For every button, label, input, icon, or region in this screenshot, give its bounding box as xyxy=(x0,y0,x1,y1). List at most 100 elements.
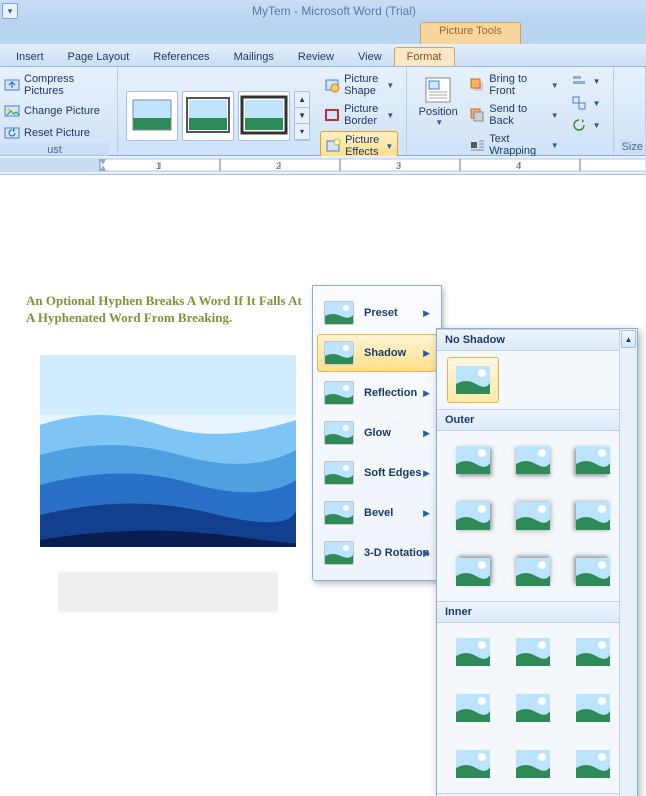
group-size: Size xyxy=(614,67,646,155)
position-icon xyxy=(422,74,454,106)
effects-3-d-rotation[interactable]: 3-D Rotation▶ xyxy=(317,534,437,572)
shadow-thumb[interactable] xyxy=(447,629,499,675)
rotate-button[interactable]: ▼ xyxy=(567,115,605,135)
text-wrapping-button[interactable]: Text Wrapping▼ xyxy=(465,131,562,159)
picture-effects-menu: Preset▶Shadow▶Reflection▶Glow▶Soft Edges… xyxy=(312,285,442,581)
gallery-down-icon[interactable]: ▼ xyxy=(295,108,309,124)
style-thumb-2[interactable] xyxy=(182,91,234,141)
effect-label: Preset xyxy=(364,307,398,319)
shadow-thumb[interactable] xyxy=(567,549,619,595)
shadow-thumb[interactable] xyxy=(447,549,499,595)
picture-tools-label: Picture Tools xyxy=(420,22,521,44)
ribbon: Compress Pictures Change Picture Reset P… xyxy=(0,67,646,156)
submenu-arrow-icon: ▶ xyxy=(423,508,430,519)
picture-shape-label: Picture Shape xyxy=(344,73,380,97)
shadow-thumb[interactable] xyxy=(507,437,559,483)
align-icon xyxy=(571,73,587,89)
window-title: MyTem - Microsoft Word (Trial) xyxy=(22,4,646,18)
qat-button[interactable]: ▾ xyxy=(2,3,18,19)
section-no-shadow: No Shadow xyxy=(437,329,620,351)
tab-view[interactable]: View xyxy=(346,48,394,66)
dropdown-icon: ▼ xyxy=(593,99,601,108)
dropdown-icon: ▼ xyxy=(435,118,443,127)
shadow-thumb[interactable] xyxy=(507,741,559,787)
shadow-thumb[interactable] xyxy=(447,741,499,787)
effect-icon xyxy=(324,341,354,365)
effects-preset[interactable]: Preset▶ xyxy=(317,294,437,332)
position-label: Position xyxy=(419,106,458,118)
shadow-thumb[interactable] xyxy=(507,549,559,595)
position-button[interactable]: Position▼ xyxy=(415,71,461,159)
shadow-thumb[interactable] xyxy=(567,629,619,675)
shadow-preview-placeholder xyxy=(58,572,278,612)
submenu-arrow-icon: ▶ xyxy=(423,468,430,479)
dropdown-icon: ▼ xyxy=(386,81,394,90)
text-wrap-icon xyxy=(469,137,485,153)
picture-shape-button[interactable]: Picture Shape ▼ xyxy=(320,71,398,99)
shadow-thumb[interactable] xyxy=(567,437,619,483)
svg-text:2: 2 xyxy=(276,161,281,171)
gallery-scroll[interactable]: ▲▼▾ xyxy=(294,91,310,141)
send-back-label: Send to Back xyxy=(489,103,545,127)
ribbon-tabs: Insert Page Layout References Mailings R… xyxy=(0,44,646,67)
style-thumb-1[interactable] xyxy=(126,91,178,141)
reset-picture-button[interactable]: Reset Picture xyxy=(0,123,109,143)
shadow-thumb[interactable] xyxy=(447,493,499,539)
inserted-picture[interactable] xyxy=(40,355,296,547)
effects-soft-edges[interactable]: Soft Edges▶ xyxy=(317,454,437,492)
gallery-more-icon[interactable]: ▾ xyxy=(295,124,309,140)
effects-shadow[interactable]: Shadow ▶ xyxy=(317,334,437,372)
tab-references[interactable]: References xyxy=(141,48,221,66)
style-thumb-3[interactable] xyxy=(238,91,290,141)
picture-border-button[interactable]: Picture Border▼ xyxy=(320,101,398,129)
effect-icon xyxy=(324,541,354,565)
send-to-back-button[interactable]: Send to Back▼ xyxy=(465,101,562,129)
effects-glow[interactable]: Glow▶ xyxy=(317,414,437,452)
shadow-thumb[interactable] xyxy=(507,493,559,539)
document-text: An Optional Hyphen Breaks A Word If It F… xyxy=(26,293,316,327)
shadow-thumb[interactable] xyxy=(447,437,499,483)
section-outer: Outer xyxy=(437,409,620,431)
submenu-arrow-icon: ▶ xyxy=(423,348,430,359)
svg-text:4: 4 xyxy=(516,161,521,171)
ruler[interactable]: 1234 xyxy=(0,156,646,175)
shadow-thumb[interactable] xyxy=(567,493,619,539)
tab-format[interactable]: Format xyxy=(394,47,455,66)
gallery-up-icon[interactable]: ▲ xyxy=(295,92,309,108)
tab-review[interactable]: Review xyxy=(286,48,346,66)
no-shadow-thumb[interactable] xyxy=(447,357,499,403)
group-size-label: Size xyxy=(622,140,643,154)
document-area[interactable]: An Optional Hyphen Breaks A Word If It F… xyxy=(0,175,646,796)
bring-to-front-button[interactable]: Bring to Front▼ xyxy=(465,71,562,99)
tab-mailings[interactable]: Mailings xyxy=(222,48,286,66)
change-picture-button[interactable]: Change Picture xyxy=(0,101,109,121)
effect-icon xyxy=(324,421,354,445)
shadow-thumb[interactable] xyxy=(507,629,559,675)
effects-reflection[interactable]: Reflection▶ xyxy=(317,374,437,412)
shadow-thumb[interactable] xyxy=(507,685,559,731)
scroll-up-icon[interactable]: ▲ xyxy=(621,330,636,348)
shadow-thumb[interactable] xyxy=(567,685,619,731)
group-picture-styles: ▲▼▾ Picture Shape▼ Picture Border▼ Pictu… xyxy=(118,67,407,155)
submenu-arrow-icon: ▶ xyxy=(423,388,430,399)
dropdown-icon: ▼ xyxy=(551,81,559,90)
gallery-scrollbar[interactable]: ▲ ▼ xyxy=(619,329,637,796)
reset-label: Reset Picture xyxy=(24,127,90,139)
align-button[interactable]: ▼ xyxy=(567,71,605,91)
effects-bevel[interactable]: Bevel▶ xyxy=(317,494,437,532)
effect-label: Shadow xyxy=(364,347,406,359)
shadow-thumb[interactable] xyxy=(447,685,499,731)
title-bar: ▾ MyTem - Microsoft Word (Trial) xyxy=(0,0,646,22)
tab-page-layout[interactable]: Page Layout xyxy=(56,48,142,66)
shadow-thumb[interactable] xyxy=(567,741,619,787)
group-button[interactable]: ▼ xyxy=(567,93,605,113)
dropdown-icon: ▼ xyxy=(386,111,394,120)
tab-insert[interactable]: Insert xyxy=(4,48,56,66)
effect-icon xyxy=(324,461,354,485)
group-adjust: Compress Pictures Change Picture Reset P… xyxy=(0,67,118,155)
text-wrap-label: Text Wrapping xyxy=(489,133,545,157)
submenu-arrow-icon: ▶ xyxy=(423,548,430,559)
compress-pictures-button[interactable]: Compress Pictures xyxy=(0,71,109,99)
picture-effects-label: Picture Effects xyxy=(345,134,379,158)
dropdown-icon: ▼ xyxy=(593,77,601,86)
